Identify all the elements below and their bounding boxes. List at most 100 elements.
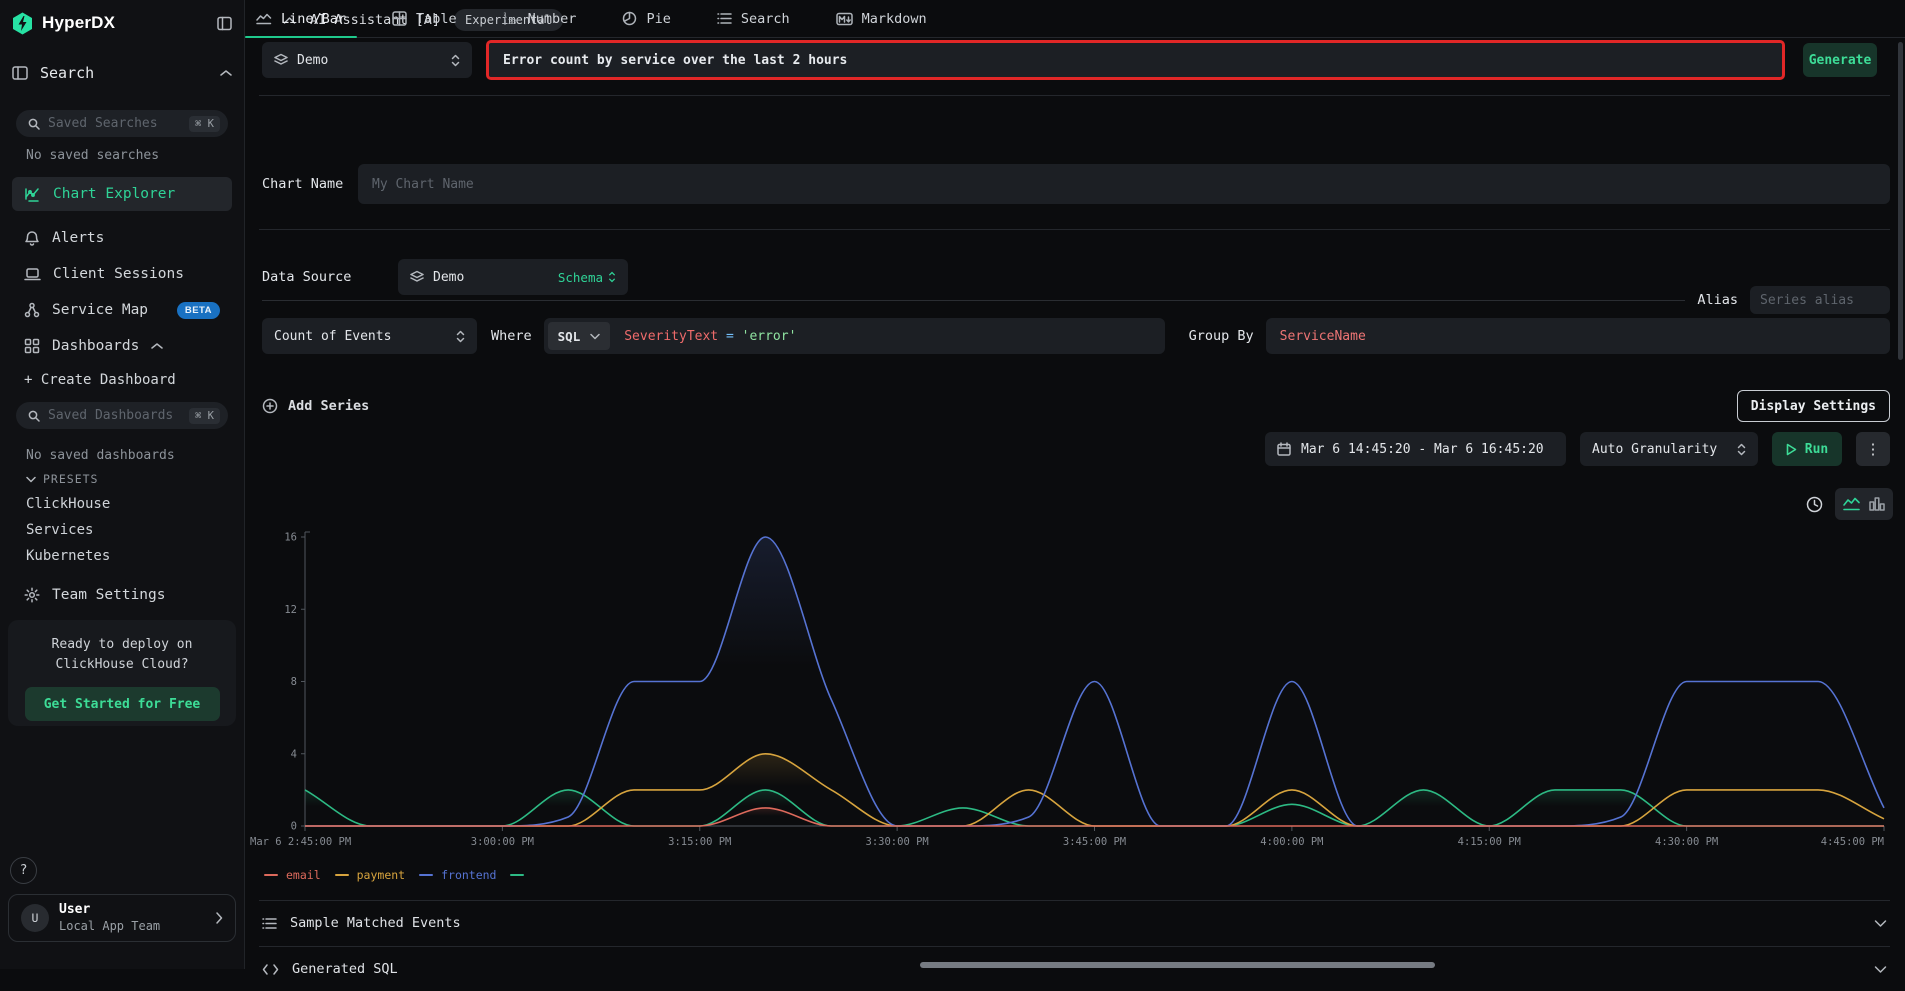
schema-link[interactable]: Schema xyxy=(558,270,616,285)
aggregation-select[interactable]: Count of Events xyxy=(262,318,477,354)
tab-search[interactable]: Search xyxy=(706,0,801,37)
svg-text:4:30:00 PM: 4:30:00 PM xyxy=(1655,836,1718,848)
sample-matched-events-section[interactable]: Sample Matched Events xyxy=(259,901,1890,945)
sidebar-item-chart-explorer[interactable]: Chart Explorer xyxy=(12,177,232,211)
legend-item[interactable] xyxy=(510,874,532,876)
horizontal-scrollbar[interactable] xyxy=(920,962,1435,968)
search-icon xyxy=(28,118,40,130)
divider-line xyxy=(262,300,1685,301)
search-section-label: Search xyxy=(40,64,94,82)
generated-sql-section[interactable]: Generated SQL xyxy=(259,947,1890,991)
sidebar-item-label: Team Settings xyxy=(52,587,166,603)
presets-header[interactable]: PRESETS xyxy=(12,472,232,486)
shortcut-badge: ⌘ K xyxy=(189,408,220,424)
sidebar-item-alerts[interactable]: Alerts xyxy=(12,221,232,255)
collapse-sidebar-icon[interactable] xyxy=(217,16,232,31)
sidebar-item-client-sessions[interactable]: Client Sessions xyxy=(12,257,232,291)
user-name: User xyxy=(59,902,160,919)
service-map-icon xyxy=(24,302,40,318)
where-field-token: SeverityText xyxy=(624,329,718,344)
line-chart[interactable]: 0481216Mar 6 2:45:00 PM3:00:00 PM3:15:00… xyxy=(245,520,1905,866)
ai-source-select[interactable]: Demo xyxy=(262,42,472,78)
run-button[interactable]: Run xyxy=(1772,432,1842,466)
promo-text: Ready to deploy on ClickHouse Cloud? xyxy=(22,635,222,675)
sidebar-item-service-map[interactable]: Service Map BETA xyxy=(12,293,232,327)
legend-item[interactable]: payment xyxy=(335,868,405,882)
user-menu[interactable]: U User Local App Team xyxy=(8,894,236,942)
add-series-button[interactable]: Add Series xyxy=(262,398,369,414)
svg-text:8: 8 xyxy=(291,676,297,688)
chart-name-input[interactable] xyxy=(358,164,1890,204)
tab-number[interactable]: 123 Number xyxy=(492,0,588,37)
get-started-button[interactable]: Get Started for Free xyxy=(25,687,220,721)
sidebar-item-label: Alerts xyxy=(52,230,104,246)
svg-text:23: 23 xyxy=(508,18,516,26)
chevron-up-icon[interactable] xyxy=(151,342,163,350)
help-button[interactable]: ? xyxy=(10,857,37,884)
hyperdx-logo-icon xyxy=(12,12,33,35)
chevron-down-icon[interactable] xyxy=(1874,919,1887,928)
layers-icon xyxy=(410,270,424,284)
tab-table[interactable]: Table xyxy=(381,0,468,37)
granularity-select[interactable]: Auto Granularity xyxy=(1580,432,1758,466)
chart-type-tabs: Line/Bar Table 123 Number Pie Search Mar… xyxy=(245,0,1905,38)
chart-display-toggle xyxy=(1835,488,1893,520)
sidebar-item-label: Chart Explorer xyxy=(53,186,175,202)
saved-searches-input[interactable]: Saved Searches ⌘ K xyxy=(16,110,228,137)
no-saved-dashboards-text: No saved dashboards xyxy=(26,448,232,463)
pie-chart-icon xyxy=(622,11,637,26)
legend-item[interactable]: email xyxy=(264,868,321,882)
preset-services[interactable]: Services xyxy=(12,522,232,538)
chevron-updown-icon xyxy=(456,330,465,343)
chevron-down-icon xyxy=(26,476,36,483)
chevron-down-icon xyxy=(590,333,600,340)
chart-explorer-icon xyxy=(24,186,41,203)
sidebar-section-search[interactable]: Search xyxy=(12,64,232,82)
more-options-button[interactable]: ⋮ xyxy=(1856,432,1890,466)
sidebar-item-label: Dashboards xyxy=(52,338,139,354)
generate-button[interactable]: Generate xyxy=(1803,43,1877,77)
svg-text:0: 0 xyxy=(291,821,297,833)
line-chart-toggle-icon[interactable] xyxy=(1842,495,1862,513)
data-source-label: Data Source xyxy=(262,269,398,285)
svg-text:3:45:00 PM: 3:45:00 PM xyxy=(1063,836,1126,848)
legend-item[interactable]: frontend xyxy=(419,868,496,882)
svg-text:3:00:00 PM: 3:00:00 PM xyxy=(471,836,534,848)
tab-line-bar[interactable]: Line/Bar xyxy=(245,0,357,37)
chevron-down-icon[interactable] xyxy=(1874,965,1887,974)
chevron-up-icon[interactable] xyxy=(220,69,232,77)
svg-text:4:00:00 PM: 4:00:00 PM xyxy=(1260,836,1323,848)
chevron-updown-icon xyxy=(1737,443,1746,456)
svg-text:4:45:00 PM: 4:45:00 PM xyxy=(1821,836,1884,848)
sidebar-item-team-settings[interactable]: Team Settings xyxy=(12,578,232,612)
alias-input[interactable] xyxy=(1750,286,1890,314)
saved-dashboards-input[interactable]: Saved Dashboards ⌘ K xyxy=(16,402,228,429)
group-by-input[interactable]: ServiceName xyxy=(1266,318,1890,354)
time-format-toggle-icon[interactable] xyxy=(1806,496,1823,513)
svg-text:4: 4 xyxy=(291,748,297,760)
brand-title: HyperDX xyxy=(42,13,115,33)
sidebar-item-label: Service Map xyxy=(52,302,148,318)
ai-prompt-highlight xyxy=(486,40,1785,80)
date-range-input[interactable]: Mar 6 14:45:20 - Mar 6 16:45:20 xyxy=(1265,432,1566,466)
preset-clickhouse[interactable]: ClickHouse xyxy=(12,496,232,512)
saved-searches-placeholder: Saved Searches xyxy=(48,116,181,131)
number-123-icon: 123 xyxy=(503,11,519,26)
display-settings-button[interactable]: Display Settings xyxy=(1737,390,1890,422)
markdown-icon xyxy=(836,12,853,26)
ai-prompt-input[interactable] xyxy=(489,43,1782,77)
preset-kubernetes[interactable]: Kubernetes xyxy=(12,548,232,564)
language-select[interactable]: SQL xyxy=(548,322,611,350)
where-input[interactable]: SQL SeverityText = 'error' xyxy=(544,318,1165,354)
calendar-icon xyxy=(1277,442,1291,456)
saved-dashboards-placeholder: Saved Dashboards xyxy=(48,408,181,423)
bar-chart-toggle-icon[interactable] xyxy=(1868,495,1886,513)
sidebar-item-dashboards[interactable]: Dashboards xyxy=(12,329,232,363)
tab-pie[interactable]: Pie xyxy=(611,0,681,37)
tab-markdown[interactable]: Markdown xyxy=(825,0,938,37)
vertical-scrollbar[interactable] xyxy=(1898,42,1903,360)
create-dashboard-button[interactable]: + Create Dashboard xyxy=(24,372,232,388)
search-icon xyxy=(28,410,40,422)
sidebar: HyperDX Search Saved Searches ⌘ K No sav… xyxy=(0,0,245,969)
chevron-updown-icon xyxy=(608,271,616,283)
